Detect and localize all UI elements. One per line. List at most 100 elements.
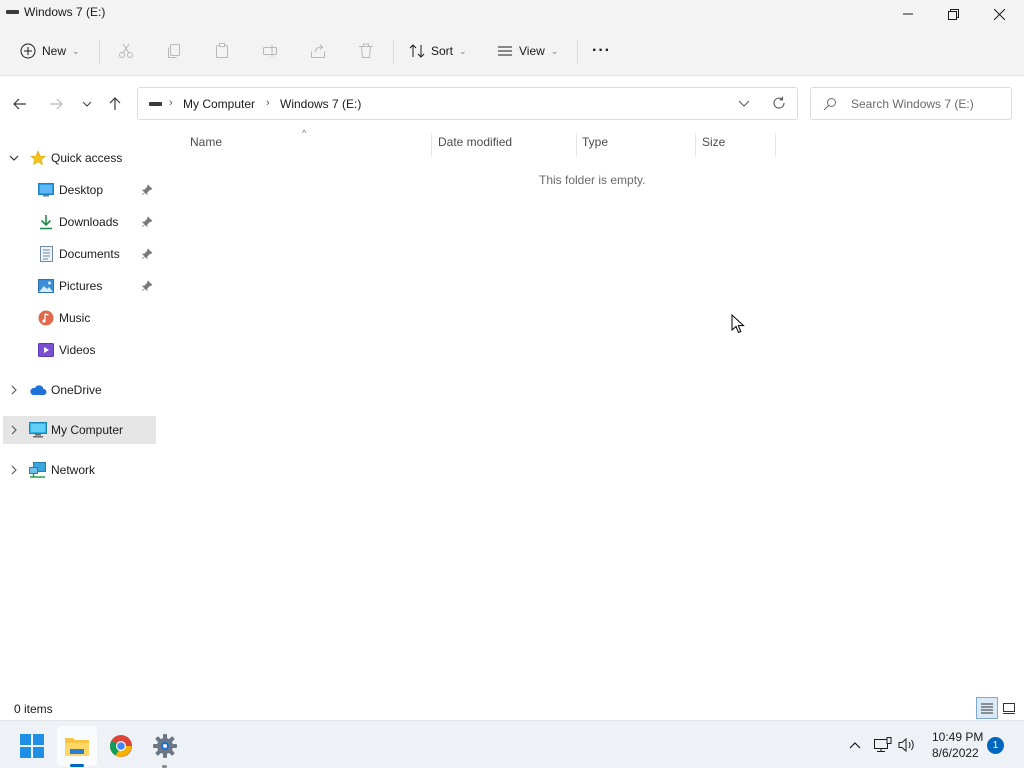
downloads-icon [37, 213, 55, 231]
large-icons-view-button[interactable] [998, 697, 1020, 719]
show-hidden-icons-button[interactable] [845, 735, 865, 755]
address-history-button[interactable] [738, 97, 750, 109]
column-divider[interactable] [576, 133, 577, 157]
sidebar-item-label: Quick access [51, 151, 123, 165]
sidebar-item-music[interactable]: Music [0, 304, 156, 332]
navigation-row: › My Computer › Windows 7 (E:) Search Wi… [0, 77, 1024, 131]
command-bar: New ⌄ Sort ⌄ View ⌄ ··· [0, 28, 1024, 76]
chevron-up-icon [849, 742, 861, 749]
search-icon [823, 97, 837, 111]
file-explorer-taskbar-button[interactable] [57, 726, 97, 766]
sidebar-item-quick-access[interactable]: Quick access [0, 144, 156, 172]
clock-date[interactable]: 8/6/2022 [932, 746, 979, 760]
mouse-cursor-icon [731, 314, 745, 334]
paste-button[interactable] [212, 41, 232, 61]
sort-icon [409, 44, 425, 58]
sidebar-item-downloads[interactable]: Downloads [0, 208, 156, 236]
navigation-pane: Quick access Desktop Downloads Documents… [0, 140, 156, 690]
sidebar-item-network[interactable]: Network [0, 456, 156, 484]
new-label: New [42, 44, 67, 58]
forward-button[interactable] [46, 94, 66, 114]
pin-icon [141, 184, 153, 196]
chevron-down-icon: ⌄ [459, 45, 467, 56]
pictures-icon [37, 277, 55, 295]
refresh-button[interactable] [772, 96, 786, 110]
sidebar-item-label: Pictures [59, 279, 103, 293]
new-plus-icon [20, 43, 36, 59]
paste-icon [216, 43, 228, 58]
column-header-name[interactable]: Name [190, 135, 222, 155]
chevron-down-icon: ⌄ [550, 45, 559, 56]
chevron-right-icon [11, 385, 17, 395]
close-button[interactable] [976, 0, 1022, 28]
close-icon [993, 8, 1005, 20]
sidebar-item-label: Desktop [59, 183, 104, 197]
sort-ascending-icon: ^ [302, 128, 307, 138]
minimize-button[interactable] [885, 0, 931, 28]
sidebar-item-my-computer[interactable]: My Computer [3, 416, 156, 444]
column-header-date-modified[interactable]: Date modified [438, 135, 512, 155]
column-divider[interactable] [695, 133, 696, 157]
empty-folder-message: This folder is empty. [539, 173, 646, 187]
back-button[interactable] [10, 94, 30, 114]
breadcrumb-current[interactable]: Windows 7 (E:) [280, 97, 361, 111]
view-icon [498, 46, 512, 56]
recent-locations-button[interactable] [77, 94, 97, 114]
file-explorer-icon [65, 738, 89, 756]
details-view-icon [981, 703, 993, 714]
search-box[interactable]: Search Windows 7 (E:) [810, 87, 1012, 120]
clock-time[interactable]: 10:49 PM [932, 730, 983, 744]
column-divider[interactable] [431, 133, 432, 157]
sidebar-item-desktop[interactable]: Desktop [0, 176, 156, 204]
breadcrumb-separator: › [169, 97, 173, 109]
notification-badge[interactable]: 1 [987, 737, 1004, 754]
search-placeholder: Search Windows 7 (E:) [851, 97, 974, 111]
drive-icon [6, 10, 19, 14]
details-view-button[interactable] [976, 697, 998, 719]
sidebar-item-label: Downloads [59, 215, 119, 229]
restore-button[interactable] [930, 0, 976, 28]
copy-button[interactable] [164, 41, 184, 61]
breadcrumb-separator: › [266, 97, 270, 109]
taskbar: 10:49 PM 8/6/2022 1 [0, 720, 1024, 768]
sidebar-item-onedrive[interactable]: OneDrive [0, 376, 156, 404]
tiles-view-icon [1003, 703, 1015, 714]
divider [99, 40, 100, 64]
volume-button[interactable] [897, 735, 917, 755]
chevron-down-icon [9, 155, 19, 161]
share-button[interactable] [308, 41, 328, 61]
item-count: 0 items [14, 702, 53, 716]
rename-button[interactable] [260, 41, 280, 61]
network-icon [29, 461, 47, 479]
computer-icon [29, 421, 47, 439]
settings-taskbar-button[interactable] [145, 726, 185, 766]
chrome-taskbar-button[interactable] [101, 726, 141, 766]
view-label: View [519, 44, 545, 58]
sidebar-item-label: Documents [59, 247, 120, 261]
cut-button[interactable] [116, 41, 136, 61]
title-bar: Windows 7 (E:) [0, 0, 1024, 28]
breadcrumb-my-computer[interactable]: My Computer [183, 97, 255, 111]
address-bar[interactable]: › My Computer › Windows 7 (E:) [137, 87, 798, 120]
sidebar-item-videos[interactable]: Videos [0, 336, 156, 364]
chevron-down-icon [738, 100, 750, 107]
sidebar-item-pictures[interactable]: Pictures [0, 272, 156, 300]
onedrive-icon [29, 381, 47, 399]
share-icon [311, 44, 325, 58]
up-arrow-icon [109, 97, 121, 110]
start-button[interactable] [12, 726, 52, 766]
column-header-type[interactable]: Type [582, 135, 608, 155]
network-status-button[interactable] [873, 735, 893, 755]
music-icon [37, 309, 55, 327]
sort-button[interactable]: Sort ⌄ [409, 38, 467, 64]
column-divider[interactable] [775, 133, 776, 157]
window-title: Windows 7 (E:) [24, 5, 106, 19]
up-button[interactable] [105, 94, 125, 114]
chevron-right-icon [11, 425, 17, 435]
delete-button[interactable] [356, 41, 376, 61]
more-options-button[interactable]: ··· [592, 38, 611, 64]
view-button[interactable]: View ⌄ [497, 38, 558, 64]
new-button[interactable]: New ⌄ [20, 38, 80, 64]
sidebar-item-documents[interactable]: Documents [0, 240, 156, 268]
column-header-size[interactable]: Size [702, 135, 725, 155]
